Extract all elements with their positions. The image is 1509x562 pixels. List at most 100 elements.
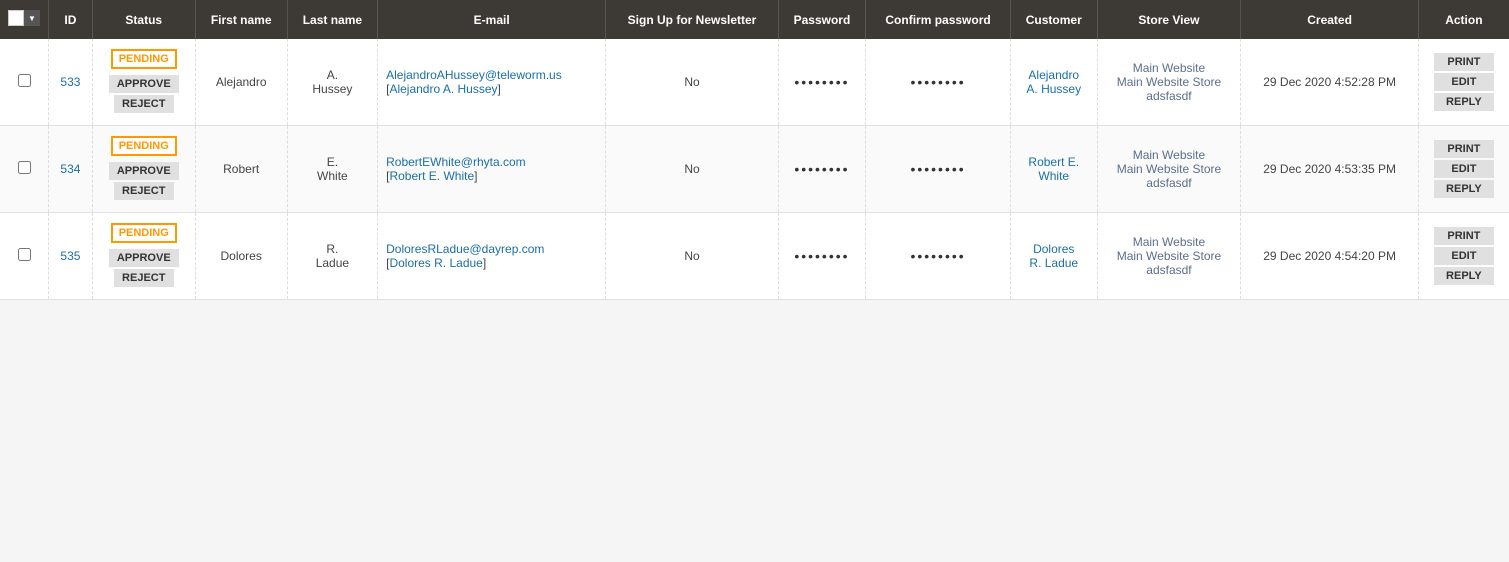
select-all-control[interactable]: ▼ [8, 10, 40, 26]
cell-newsletter-2: No [606, 213, 779, 300]
cell-newsletter-0: No [606, 39, 779, 126]
store-view-text-0: Main WebsiteMain Website Storeadsfasdf [1117, 61, 1222, 103]
status-badge-2: PENDING [111, 223, 177, 243]
cell-first-name-2: Dolores [195, 213, 287, 300]
cell-last-name-0: A.Hussey [287, 39, 377, 126]
password-dots-2: •••••••• [794, 248, 849, 264]
cell-created-2: 29 Dec 2020 4:54:20 PM [1241, 213, 1418, 300]
cell-email-2: DoloresRLadue@dayrep.com [Dolores R. Lad… [378, 213, 606, 300]
id-link-1[interactable]: 534 [60, 162, 80, 176]
select-dropdown-arrow[interactable]: ▼ [24, 10, 40, 26]
reply-button-1[interactable]: REPLY [1434, 180, 1494, 198]
confirm-password-dots-0: •••••••• [910, 74, 965, 90]
confirm-password-dots-1: •••••••• [910, 161, 965, 177]
store-view-text-2: Main WebsiteMain Website Storeadsfasdf [1117, 235, 1222, 277]
column-header-store-view: Store View [1097, 0, 1241, 39]
edit-button-2[interactable]: EDIT [1434, 247, 1494, 265]
id-link-2[interactable]: 535 [60, 249, 80, 263]
cell-email-0: AlejandroAHussey@teleworm.us [Alejandro … [378, 39, 606, 126]
reply-button-0[interactable]: REPLY [1434, 93, 1494, 111]
cell-password-0: •••••••• [778, 39, 865, 126]
column-header-checkbox: ▼ [0, 0, 49, 39]
row-checkbox-1[interactable] [18, 161, 31, 174]
customer-link-1[interactable]: Robert E.White [1028, 155, 1079, 183]
cell-status-2: PENDING APPROVE REJECT [92, 213, 195, 300]
cell-confirm-password-0: •••••••• [866, 39, 1011, 126]
approve-button-0[interactable]: APPROVE [109, 75, 179, 93]
table-row: 533 PENDING APPROVE REJECT Alejandro A.H… [0, 39, 1509, 126]
print-button-1[interactable]: PRINT [1434, 140, 1494, 158]
column-header-first-name: First name [195, 0, 287, 39]
email-address-link-0[interactable]: AlejandroAHussey@teleworm.us [386, 68, 562, 82]
password-dots-0: •••••••• [794, 74, 849, 90]
confirm-password-dots-2: •••••••• [910, 248, 965, 264]
cell-last-name-1: E.White [287, 126, 377, 213]
cell-last-name-2: R.Ladue [287, 213, 377, 300]
cell-password-2: •••••••• [778, 213, 865, 300]
cell-status-1: PENDING APPROVE REJECT [92, 126, 195, 213]
edit-button-1[interactable]: EDIT [1434, 160, 1494, 178]
column-header-action: Action [1418, 0, 1509, 39]
column-header-last-name: Last name [287, 0, 377, 39]
cell-first-name-1: Robert [195, 126, 287, 213]
column-header-id: ID [49, 0, 93, 39]
row-checkbox-cell-1 [0, 126, 49, 213]
cell-confirm-password-2: •••••••• [866, 213, 1011, 300]
row-checkbox-2[interactable] [18, 248, 31, 261]
approve-button-2[interactable]: APPROVE [109, 249, 179, 267]
column-header-newsletter: Sign Up for Newsletter [606, 0, 779, 39]
reject-button-0[interactable]: REJECT [114, 95, 174, 113]
edit-button-0[interactable]: EDIT [1434, 73, 1494, 91]
cell-id-2: 535 [49, 213, 93, 300]
cell-created-1: 29 Dec 2020 4:53:35 PM [1241, 126, 1418, 213]
cell-status-0: PENDING APPROVE REJECT [92, 39, 195, 126]
row-checkbox-cell-0 [0, 39, 49, 126]
status-badge-1: PENDING [111, 136, 177, 156]
approve-button-1[interactable]: APPROVE [109, 162, 179, 180]
email-name-link-1[interactable]: Robert E. White [389, 169, 474, 183]
print-button-2[interactable]: PRINT [1434, 227, 1494, 245]
print-button-0[interactable]: PRINT [1434, 53, 1494, 71]
table-row: 534 PENDING APPROVE REJECT Robert E.Whit… [0, 126, 1509, 213]
cell-store-view-2: Main WebsiteMain Website Storeadsfasdf [1097, 213, 1241, 300]
password-dots-1: •••••••• [794, 161, 849, 177]
cell-action-0: PRINT EDIT REPLY [1418, 39, 1509, 126]
email-name-link-0[interactable]: Alejandro A. Hussey [389, 82, 497, 96]
store-view-text-1: Main WebsiteMain Website Storeadsfasdf [1117, 148, 1222, 190]
cell-created-0: 29 Dec 2020 4:52:28 PM [1241, 39, 1418, 126]
status-badge-0: PENDING [111, 49, 177, 69]
cell-password-1: •••••••• [778, 126, 865, 213]
email-name-link-2[interactable]: Dolores R. Ladue [389, 256, 482, 270]
cell-customer-0: AlejandroA. Hussey [1011, 39, 1097, 126]
cell-action-2: PRINT EDIT REPLY [1418, 213, 1509, 300]
column-header-confirm-password: Confirm password [866, 0, 1011, 39]
row-checkbox-0[interactable] [18, 74, 31, 87]
column-header-password: Password [778, 0, 865, 39]
column-header-customer: Customer [1011, 0, 1097, 39]
cell-id-1: 534 [49, 126, 93, 213]
cell-store-view-0: Main WebsiteMain Website Storeadsfasdf [1097, 39, 1241, 126]
cell-action-1: PRINT EDIT REPLY [1418, 126, 1509, 213]
column-header-created: Created [1241, 0, 1418, 39]
cell-id-0: 533 [49, 39, 93, 126]
cell-newsletter-1: No [606, 126, 779, 213]
cell-email-1: RobertEWhite@rhyta.com [Robert E. White] [378, 126, 606, 213]
select-all-checkbox[interactable] [8, 10, 24, 26]
email-address-link-2[interactable]: DoloresRLadue@dayrep.com [386, 242, 544, 256]
reject-button-2[interactable]: REJECT [114, 269, 174, 287]
column-header-status: Status [92, 0, 195, 39]
cell-first-name-0: Alejandro [195, 39, 287, 126]
reply-button-2[interactable]: REPLY [1434, 267, 1494, 285]
cell-confirm-password-1: •••••••• [866, 126, 1011, 213]
table-row: 535 PENDING APPROVE REJECT Dolores R.Lad… [0, 213, 1509, 300]
column-header-email: E-mail [378, 0, 606, 39]
row-checkbox-cell-2 [0, 213, 49, 300]
customer-link-0[interactable]: AlejandroA. Hussey [1026, 68, 1081, 96]
customer-link-2[interactable]: DoloresR. Ladue [1029, 242, 1078, 270]
cell-customer-1: Robert E.White [1011, 126, 1097, 213]
email-address-link-1[interactable]: RobertEWhite@rhyta.com [386, 155, 526, 169]
id-link-0[interactable]: 533 [60, 75, 80, 89]
cell-store-view-1: Main WebsiteMain Website Storeadsfasdf [1097, 126, 1241, 213]
cell-customer-2: DoloresR. Ladue [1011, 213, 1097, 300]
reject-button-1[interactable]: REJECT [114, 182, 174, 200]
